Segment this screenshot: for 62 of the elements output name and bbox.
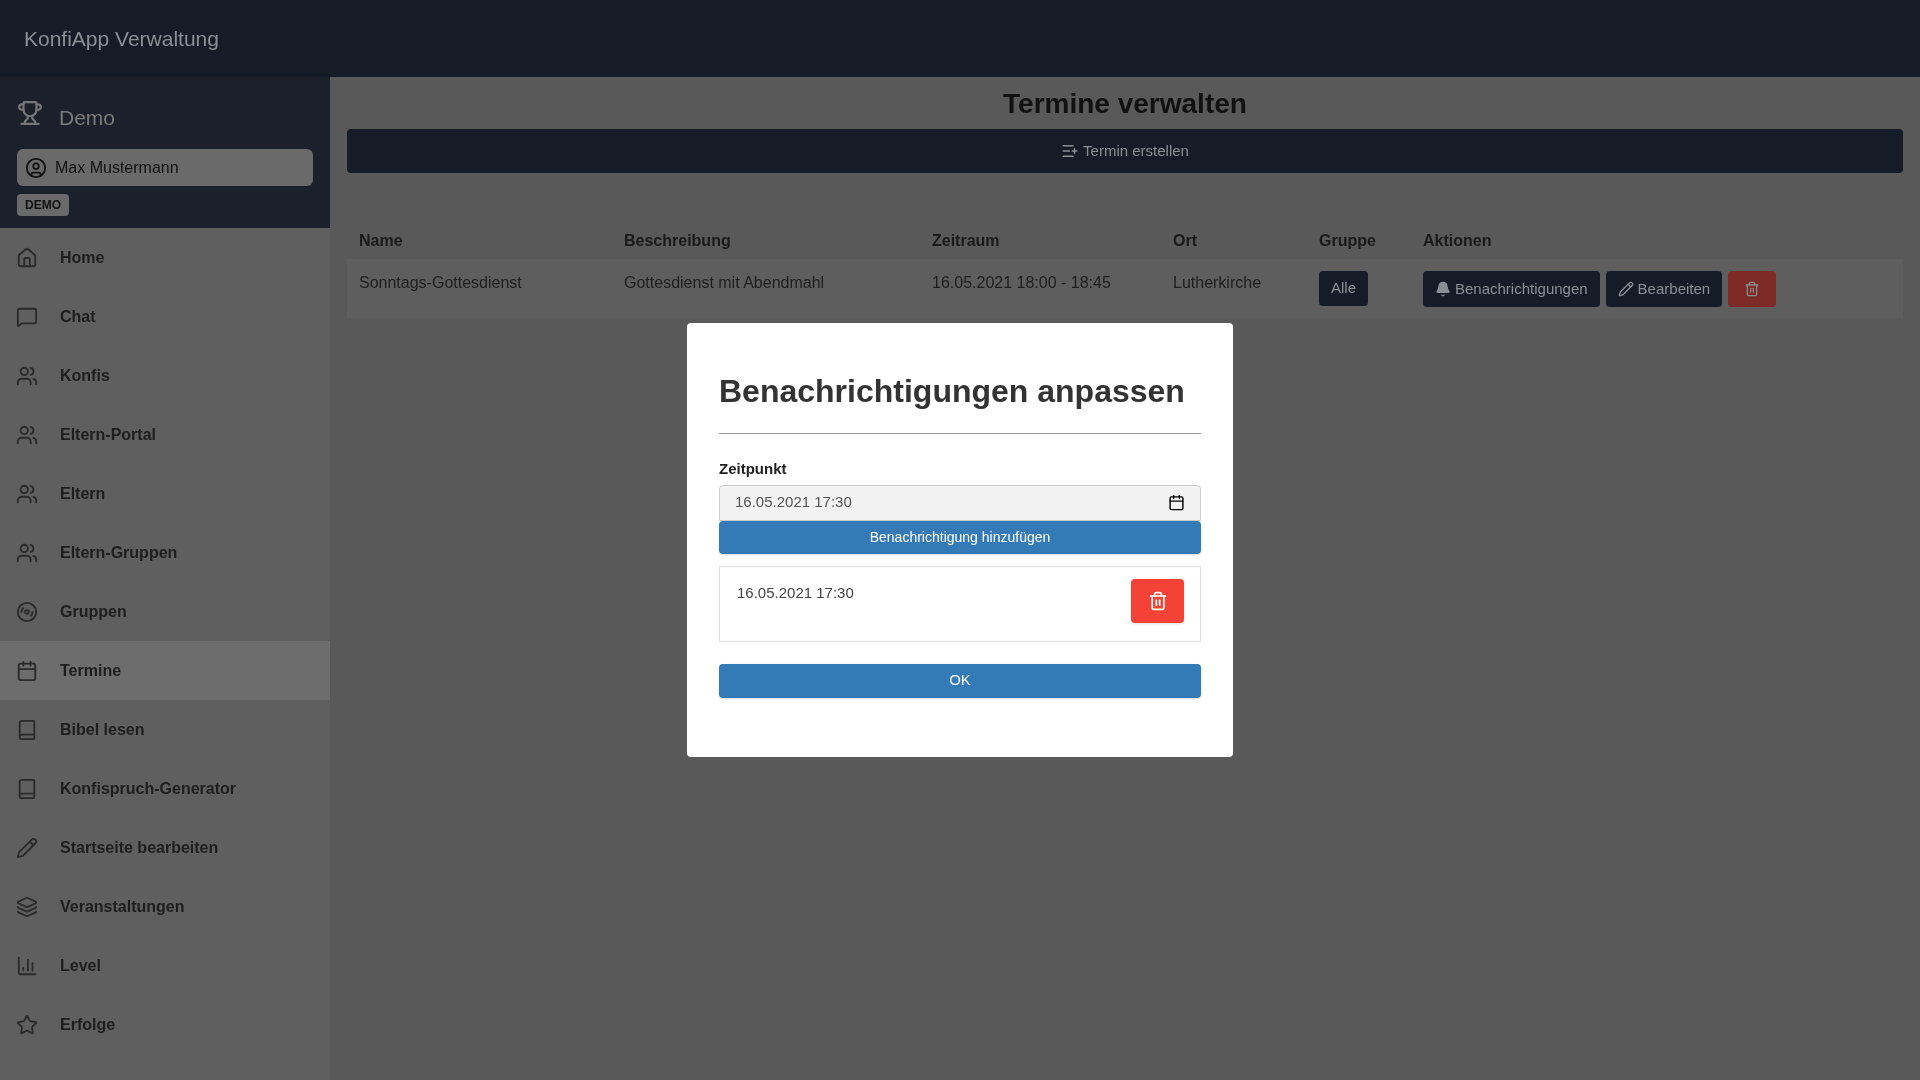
table-cell: 16.05.2021 18:00 - 18:45 bbox=[932, 274, 1111, 291]
column-header: Aktionen bbox=[1423, 232, 1492, 249]
sidebar-item[interactable]: Eltern-Gruppen bbox=[0, 523, 330, 582]
column-header: Name bbox=[359, 232, 403, 249]
column-header: Zeitraum bbox=[932, 232, 1000, 249]
demo-badge: DEMO bbox=[17, 194, 69, 216]
app-title: KonfiApp Verwaltung bbox=[24, 25, 219, 52]
notification-time: 16.05.2021 17:30 bbox=[737, 582, 854, 603]
calendar-icon bbox=[16, 659, 38, 682]
sidebar-item[interactable]: Gruppen bbox=[0, 582, 330, 641]
group-circle-icon bbox=[16, 600, 38, 623]
trash-icon bbox=[1744, 281, 1761, 297]
sidebar-item[interactable]: Eltern-Portal bbox=[0, 405, 330, 464]
star-icon bbox=[16, 1013, 38, 1036]
add-list-icon bbox=[1061, 142, 1080, 160]
date-time-field[interactable]: 16.05.2021 17:30 bbox=[719, 484, 1201, 521]
book-icon bbox=[16, 777, 38, 800]
sidebar-item[interactable]: Startseite bearbeiten bbox=[0, 818, 330, 877]
home-icon bbox=[16, 246, 38, 269]
sidebar-item[interactable]: Konfis bbox=[0, 346, 330, 405]
organization-name: Demo bbox=[59, 104, 116, 131]
sidebar-item[interactable]: Bibel lesen bbox=[0, 700, 330, 759]
bar-chart-icon bbox=[16, 954, 38, 977]
sidebar-item[interactable]: Konfispruch-Generator bbox=[0, 759, 330, 818]
calendar-icon bbox=[1168, 494, 1185, 511]
ok-button[interactable]: OK bbox=[719, 663, 1201, 698]
column-header: Gruppe bbox=[1319, 232, 1376, 249]
layers-icon bbox=[16, 895, 38, 918]
edit-button[interactable]: Bearbeiten bbox=[1605, 271, 1723, 307]
sidebar-item[interactable]: Level bbox=[0, 936, 330, 995]
column-header: Beschreibung bbox=[624, 232, 731, 249]
page-title: Termine verwalten bbox=[1002, 87, 1248, 121]
sidebar-item[interactable]: Chat bbox=[0, 287, 330, 346]
sidebar-item[interactable]: Termine bbox=[0, 641, 330, 700]
trash-icon bbox=[1147, 590, 1168, 611]
column-header: Ort bbox=[1173, 232, 1197, 249]
sidebar-item[interactable]: Home bbox=[0, 228, 330, 287]
table-cell: Sonntags-Gottesdienst bbox=[359, 274, 522, 291]
user-field[interactable]: Max Mustermann bbox=[17, 149, 313, 186]
user-avatar-icon bbox=[25, 156, 47, 179]
dialog-title: Benachrichtigungen anpassen bbox=[719, 372, 1185, 411]
people-icon bbox=[16, 364, 38, 387]
people-icon bbox=[16, 482, 38, 505]
people-icon bbox=[16, 541, 38, 564]
delete-button[interactable] bbox=[1728, 271, 1777, 307]
chat-bubble-icon bbox=[16, 305, 38, 328]
pencil-icon bbox=[16, 836, 38, 859]
book-icon bbox=[16, 718, 38, 741]
create-appointment-button[interactable]: Termin erstellen bbox=[347, 129, 1903, 173]
notifications-button[interactable]: Benachrichtigungen bbox=[1423, 271, 1600, 307]
bell-icon bbox=[1435, 281, 1451, 297]
sidebar-item[interactable]: Eltern bbox=[0, 464, 330, 523]
pencil-icon bbox=[1617, 281, 1634, 297]
delete-notification-button[interactable] bbox=[1131, 578, 1184, 623]
field-label: Zeitpunkt bbox=[719, 459, 788, 479]
add-notification-button[interactable]: Benachrichtigung hinzufügen bbox=[719, 520, 1201, 554]
group-tag: Alle bbox=[1319, 271, 1368, 306]
sidebar-item[interactable]: Veranstaltungen bbox=[0, 877, 330, 936]
table-cell: Lutherkirche bbox=[1173, 274, 1262, 291]
table-cell: Gottesdienst mit Abendmahl bbox=[624, 274, 825, 291]
people-icon bbox=[16, 423, 38, 446]
sidebar-item[interactable]: Erfolge bbox=[0, 995, 330, 1054]
